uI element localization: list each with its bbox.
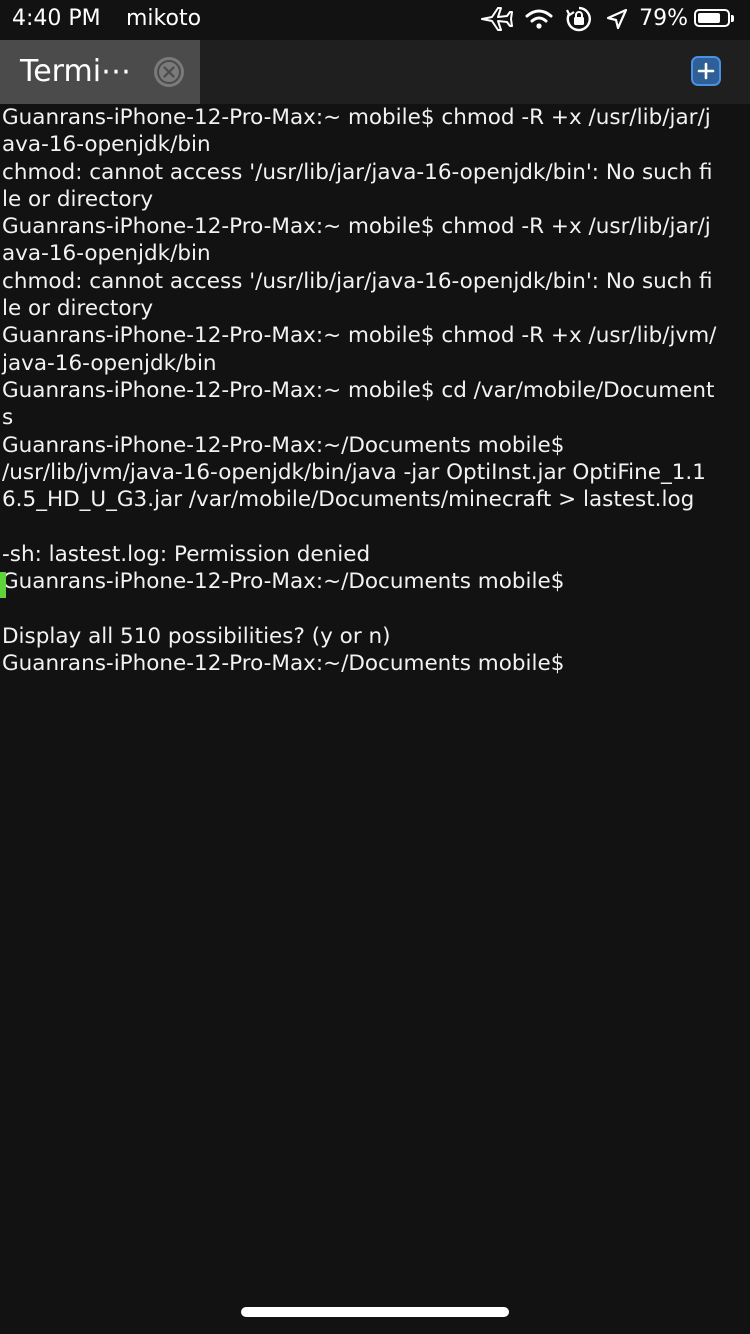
terminal-cursor	[0, 572, 6, 598]
terminal-output[interactable]: Guanrans-iPhone-12-Pro-Max:~ mobile$ chm…	[0, 104, 750, 1294]
terminal-line: Guanrans-iPhone-12-Pro-Max:~/Documents m…	[2, 432, 565, 458]
wifi-icon	[525, 8, 553, 30]
terminal-line: Display all 510 possibilities? (y or n)	[2, 623, 391, 649]
battery-icon	[694, 9, 736, 29]
terminal-line: chmod: cannot access '/usr/lib/jar/java-…	[2, 159, 713, 185]
terminal-line: java-16-openjdk/bin	[2, 350, 217, 376]
airplane-icon	[479, 6, 514, 32]
status-bar: 4:40 PM mikoto 79%	[0, 0, 750, 40]
terminal-line: Guanrans-iPhone-12-Pro-Max:~/Documents m…	[2, 650, 565, 676]
terminal-line: ava-16-openjdk/bin	[2, 132, 211, 158]
terminal-line: Guanrans-iPhone-12-Pro-Max:~ mobile$ chm…	[2, 105, 711, 130]
terminal-line: ava-16-openjdk/bin	[2, 241, 211, 267]
terminal-line: Guanrans-iPhone-12-Pro-Max:~/Documents m…	[2, 569, 565, 595]
status-icons: 79%	[467, 4, 736, 34]
tab-terminal[interactable]: Termi⋯	[0, 40, 200, 104]
location-icon	[605, 7, 629, 31]
terminal-line: 6.5_HD_U_G3.jar /var/mobile/Documents/mi…	[2, 487, 695, 513]
terminal-line: Guanrans-iPhone-12-Pro-Max:~ mobile$ chm…	[2, 323, 717, 349]
terminal-line: Guanrans-iPhone-12-Pro-Max:~ mobile$ cd …	[2, 377, 715, 403]
status-carrier: mikoto	[126, 6, 202, 31]
tab-label: Termi⋯	[20, 54, 132, 89]
orientation-lock-icon	[565, 5, 593, 33]
terminal-line: le or directory	[2, 296, 154, 322]
plus-icon[interactable]	[690, 55, 722, 87]
terminal-line: Guanrans-iPhone-12-Pro-Max:~ mobile$ chm…	[2, 214, 711, 240]
home-indicator[interactable]	[241, 1307, 509, 1317]
close-icon[interactable]	[153, 56, 185, 88]
status-time: 4:40 PM	[12, 6, 101, 31]
tab-bar: Termi⋯	[0, 40, 750, 104]
terminal-line: /usr/lib/jvm/java-16-openjdk/bin/java -j…	[2, 459, 706, 485]
terminal-line: s	[2, 405, 14, 431]
terminal-line: chmod: cannot access '/usr/lib/jar/java-…	[2, 268, 713, 294]
terminal-line: -sh: lastest.log: Permission denied	[2, 541, 371, 567]
terminal-line: le or directory	[2, 186, 154, 212]
battery-percent: 79%	[639, 6, 688, 31]
